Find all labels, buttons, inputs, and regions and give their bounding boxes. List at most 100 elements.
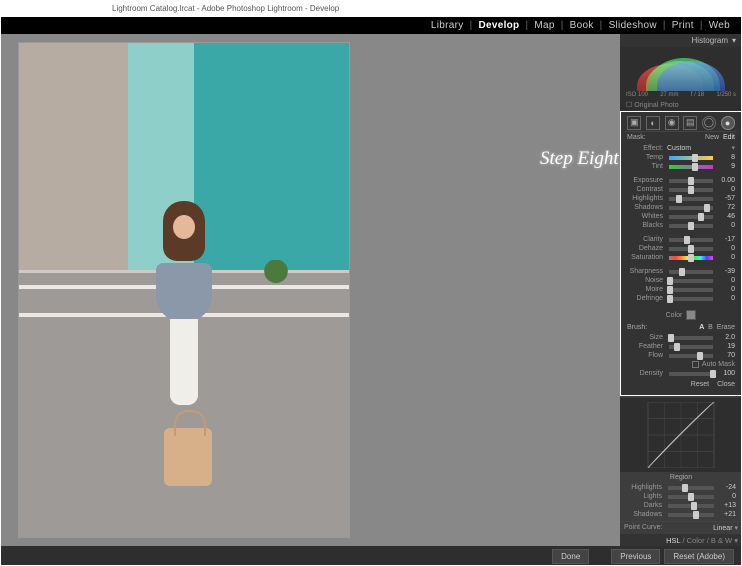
- close-button[interactable]: Close: [717, 381, 735, 388]
- slider-contrast-value[interactable]: 0: [715, 186, 735, 193]
- slider-moire-value[interactable]: 0: [715, 286, 735, 293]
- slider-noise-slider[interactable]: [669, 279, 713, 283]
- slider-noise-value[interactable]: 0: [715, 277, 735, 284]
- crop-tool-icon[interactable]: ▣: [627, 116, 641, 130]
- brush-size-slider[interactable]: [669, 336, 713, 340]
- effect-preset[interactable]: Custom: [667, 145, 691, 152]
- module-web[interactable]: Web: [709, 20, 730, 31]
- slider-clarity-value[interactable]: -17: [715, 236, 735, 243]
- region-lights-slider[interactable]: [668, 495, 714, 499]
- slider-blacks-value[interactable]: 0: [715, 222, 735, 229]
- automask-checkbox[interactable]: [692, 361, 699, 368]
- photo-canvas-area[interactable]: [0, 34, 620, 546]
- hsl-panel-header[interactable]: HSL / Color / B & W ▾: [620, 534, 742, 546]
- slider-temp-row: Temp 8: [625, 153, 737, 162]
- region-highlights-slider[interactable]: [668, 486, 714, 490]
- slider-exposure-value[interactable]: 0.00: [715, 177, 735, 184]
- photo-preview[interactable]: [18, 42, 350, 538]
- module-map[interactable]: Map: [534, 20, 554, 31]
- point-curve-value[interactable]: Linear: [713, 525, 732, 532]
- redeye-tool-icon[interactable]: ◉: [665, 116, 679, 130]
- module-develop[interactable]: Develop: [478, 20, 519, 31]
- region-darks-slider[interactable]: [668, 504, 714, 508]
- brush-flow-value[interactable]: 70: [715, 352, 735, 359]
- histogram[interactable]: ISO 100 27 mm f / 18 1/250 s: [620, 47, 742, 99]
- slider-shadows-value[interactable]: 72: [715, 204, 735, 211]
- slider-moire-row: Moire 0: [625, 285, 737, 294]
- module-library[interactable]: Library: [431, 20, 464, 31]
- slider-highlights-slider[interactable]: [669, 197, 713, 201]
- brush-b[interactable]: B: [708, 324, 713, 331]
- region-highlights-label: Highlights: [626, 484, 666, 491]
- brush-flow-row: Flow 70: [625, 351, 737, 360]
- slider-moire-slider[interactable]: [669, 288, 713, 292]
- module-print[interactable]: Print: [672, 20, 694, 31]
- brush-feather-slider[interactable]: [669, 345, 713, 349]
- slider-temp-value[interactable]: 8: [715, 154, 735, 161]
- reset-button[interactable]: Reset: [691, 381, 709, 388]
- slider-shadows-slider[interactable]: [669, 206, 713, 210]
- spot-tool-icon[interactable]: ◐: [646, 116, 660, 130]
- slider-whites-value[interactable]: 46: [715, 213, 735, 220]
- window-title-bar: Lightroom Catalog.lrcat - Adobe Photosho…: [0, 0, 742, 16]
- region-highlights-value[interactable]: -24: [716, 484, 736, 491]
- histogram-header[interactable]: Histogram ▾: [620, 34, 742, 47]
- color-swatch[interactable]: [686, 310, 696, 320]
- slider-dehaze-value[interactable]: 0: [715, 245, 735, 252]
- original-photo-row[interactable]: ☐ Original Photo: [620, 99, 742, 111]
- adjustment-brush-panel: ▣ ◐ ◉ ▤ ◯ ● Mask: New Edit Effect: Custo…: [620, 111, 742, 396]
- slider-blacks-row: Blacks 0: [625, 221, 737, 230]
- region-shadows-value[interactable]: +21: [716, 511, 736, 518]
- module-book[interactable]: Book: [570, 20, 594, 31]
- mask-new[interactable]: New: [705, 134, 719, 141]
- slider-temp-slider[interactable]: [669, 156, 713, 160]
- mask-edit[interactable]: Edit: [723, 134, 735, 141]
- brush-density-value[interactable]: 100: [715, 370, 735, 377]
- graduated-filter-icon[interactable]: ▤: [683, 116, 697, 130]
- region-darks-label: Darks: [626, 502, 666, 509]
- point-curve-label: Point Curve:: [624, 524, 663, 532]
- chevron-down-icon[interactable]: ▾: [731, 144, 735, 152]
- slider-tint-slider[interactable]: [669, 165, 713, 169]
- slider-whites-slider[interactable]: [669, 215, 713, 219]
- slider-defringe-value[interactable]: 0: [715, 295, 735, 302]
- region-lights-value[interactable]: 0: [716, 493, 736, 500]
- slider-saturation-value[interactable]: 0: [715, 254, 735, 261]
- slider-blacks-label: Blacks: [627, 222, 667, 229]
- slider-contrast-row: Contrast 0: [625, 185, 737, 194]
- previous-button[interactable]: Previous: [611, 549, 660, 564]
- brush-density-label: Density: [627, 370, 667, 377]
- slider-moire-label: Moire: [627, 286, 667, 293]
- brush-a[interactable]: A: [699, 324, 704, 331]
- slider-tint-value[interactable]: 9: [715, 163, 735, 170]
- radial-filter-icon[interactable]: ◯: [702, 116, 716, 130]
- done-button[interactable]: Done: [552, 549, 589, 564]
- slider-sharpness-slider[interactable]: [669, 270, 713, 274]
- slider-noise-label: Noise: [627, 277, 667, 284]
- region-darks-value[interactable]: +13: [716, 502, 736, 509]
- slider-dehaze-slider[interactable]: [669, 247, 713, 251]
- slider-contrast-label: Contrast: [627, 186, 667, 193]
- region-shadows-label: Shadows: [626, 511, 666, 518]
- brush-size-value[interactable]: 2.0: [715, 334, 735, 341]
- reset-adobe-button[interactable]: Reset (Adobe): [664, 549, 734, 564]
- adjustment-brush-icon[interactable]: ●: [721, 116, 735, 130]
- slider-defringe-slider[interactable]: [669, 297, 713, 301]
- slider-blacks-slider[interactable]: [669, 224, 713, 228]
- slider-saturation-slider[interactable]: [669, 256, 713, 260]
- mask-label: Mask:: [627, 134, 646, 141]
- slider-sharpness-value[interactable]: -39: [715, 268, 735, 275]
- region-shadows-slider[interactable]: [668, 513, 714, 517]
- slider-highlights-value[interactable]: -57: [715, 195, 735, 202]
- slider-defringe-row: Defringe 0: [625, 294, 737, 303]
- brush-feather-value[interactable]: 19: [715, 343, 735, 350]
- slider-clarity-slider[interactable]: [669, 238, 713, 242]
- slider-contrast-slider[interactable]: [669, 188, 713, 192]
- brush-density-slider[interactable]: [669, 372, 713, 376]
- brush-flow-slider[interactable]: [669, 354, 713, 358]
- tone-curve[interactable]: [620, 398, 742, 472]
- brush-size-row: Size 2.0: [625, 333, 737, 342]
- brush-erase[interactable]: Erase: [717, 324, 735, 331]
- module-slideshow[interactable]: Slideshow: [609, 20, 657, 31]
- slider-exposure-slider[interactable]: [669, 179, 713, 183]
